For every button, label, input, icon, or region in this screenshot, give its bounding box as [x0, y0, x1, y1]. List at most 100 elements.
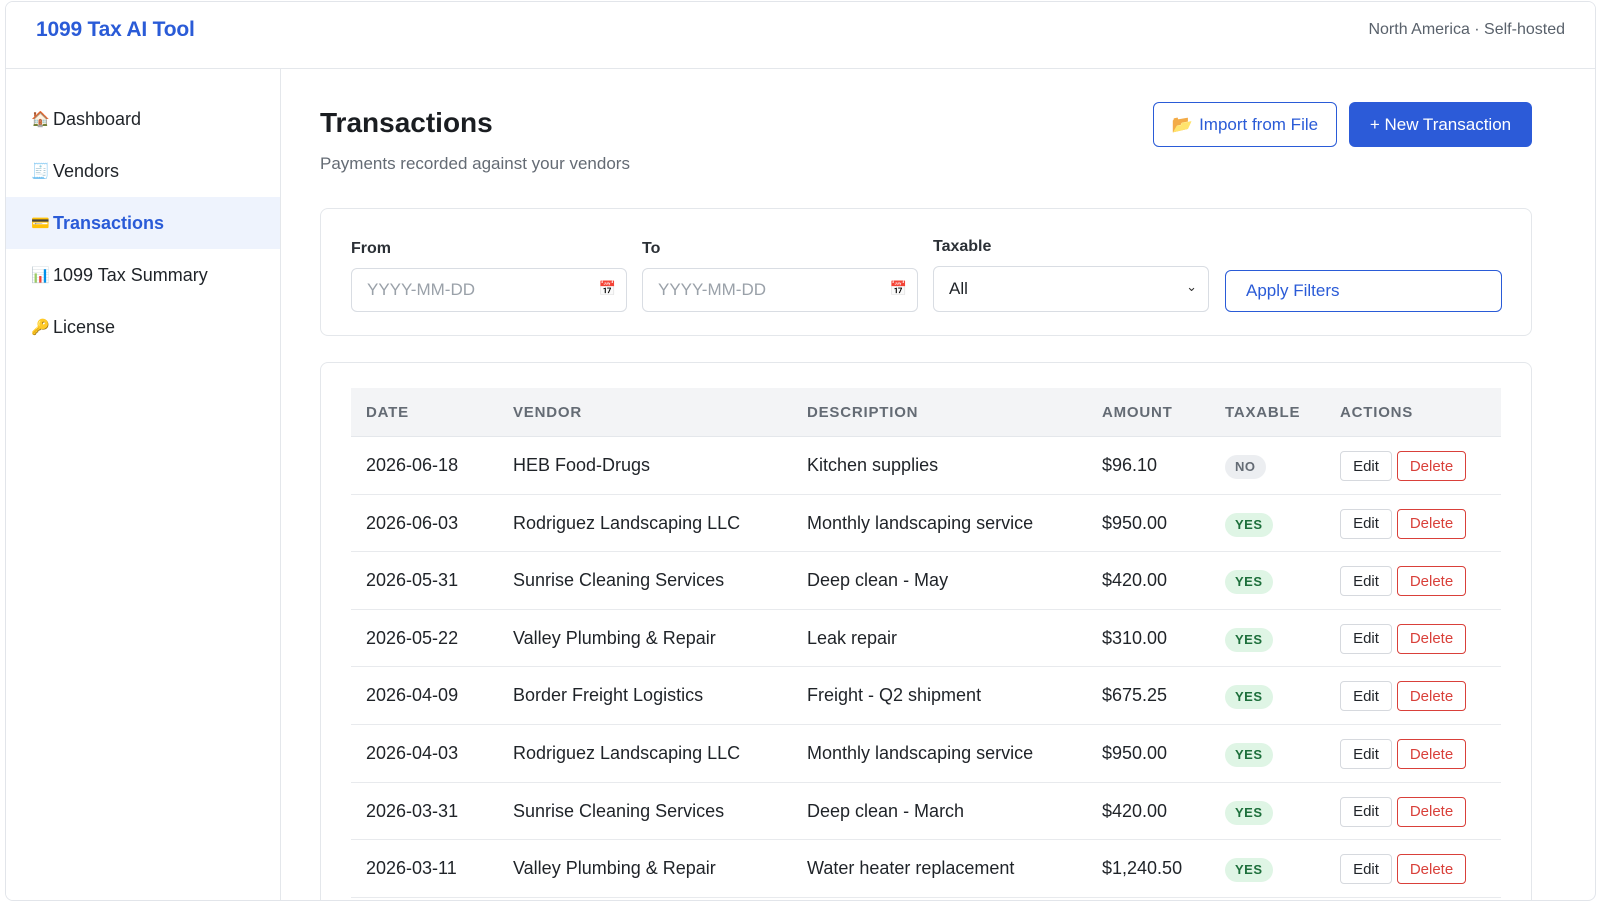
taxable-selected-value: All: [949, 279, 968, 298]
edit-button[interactable]: Edit: [1340, 508, 1392, 539]
cell-amount: $420.00: [1102, 570, 1168, 591]
table-header: DATE VENDOR DESCRIPTION AMOUNT TAXABLE A…: [351, 388, 1501, 437]
calendar-icon[interactable]: 📅: [890, 280, 907, 297]
cell-amount: $950.00: [1102, 512, 1168, 533]
transactions-table: DATE VENDOR DESCRIPTION AMOUNT TAXABLE A…: [320, 362, 1532, 900]
chevron-down-icon: ⌄: [1186, 279, 1197, 294]
taxable-badge: YES: [1225, 800, 1273, 825]
cell-date: 2026-04-09: [366, 685, 459, 706]
taxable-badge: YES: [1225, 627, 1273, 652]
edit-button[interactable]: Edit: [1340, 566, 1392, 597]
cell-description: Freight - Q2 shipment: [807, 685, 982, 706]
top-bar: 1099 Tax AI Tool North America · Self-ho…: [6, 2, 1595, 69]
calendar-icon[interactable]: 📅: [599, 280, 616, 297]
sidebar-item-label: Transactions: [53, 212, 165, 233]
cell-vendor: Border Freight Logistics: [513, 685, 704, 706]
table-row[interactable]: 2026-03-11 Valley Plumbing & Repair Water …: [351, 840, 1501, 898]
cell-vendor: Valley Plumbing & Repair: [513, 858, 716, 879]
cell-date: 2026-06-18: [366, 455, 459, 475]
cell-vendor: Sunrise Cleaning Services: [513, 800, 725, 821]
taxable-badge: YES: [1225, 685, 1273, 710]
cell-amount: $96.10: [1102, 455, 1158, 475]
from-date-input[interactable]: YYYY-MM-DD 📅: [351, 268, 627, 312]
column-header-actions: ACTIONS: [1340, 404, 1414, 421]
taxable-badge: YES: [1225, 858, 1273, 883]
cell-date: 2026-04-03: [366, 743, 459, 763]
sidebar-item-transactions[interactable]: 💳 Transactions: [6, 197, 280, 249]
cell-vendor: Rodriguez Landscaping LLC: [513, 512, 741, 533]
region-label: North America · Self-hosted: [1368, 21, 1565, 38]
cell-vendor: Valley Plumbing & Repair: [513, 627, 716, 648]
filter-panel: From YYYY-MM-DD 📅 To YYYY-MM-DD 📅 Taxabl…: [320, 208, 1532, 336]
cell-vendor: Sunrise Cleaning Services: [513, 570, 725, 591]
cell-description: Kitchen supplies: [807, 455, 939, 475]
taxable-badge: YES: [1225, 512, 1273, 537]
to-date-input[interactable]: YYYY-MM-DD 📅: [642, 268, 918, 312]
apply-filters-button[interactable]: Apply Filters: [1225, 270, 1502, 312]
delete-button[interactable]: Delete: [1397, 854, 1466, 885]
table-row[interactable]: 2026-06-03 Rodriguez Landscaping LLC Month…: [351, 495, 1501, 553]
delete-button[interactable]: Delete: [1397, 796, 1466, 827]
cell-amount: $950.00: [1102, 743, 1168, 763]
cell-date: 2026-03-11: [366, 858, 457, 879]
cell-date: 2026-05-22: [366, 627, 459, 648]
delete-button[interactable]: Delete: [1397, 681, 1466, 712]
taxable-badge: YES: [1225, 743, 1273, 767]
table-row[interactable]: 2026-04-03 Rodriguez Landscaping LLC Month…: [351, 725, 1501, 783]
cell-date: 2026-06-03: [366, 512, 459, 533]
delete-button[interactable]: Delete: [1397, 623, 1466, 654]
column-header-description[interactable]: DESCRIPTION: [807, 404, 918, 421]
from-placeholder: YYYY-MM-DD: [367, 280, 475, 299]
cell-description: Leak repair: [807, 627, 898, 648]
edit-button[interactable]: Edit: [1340, 739, 1392, 769]
edit-button[interactable]: Edit: [1340, 796, 1392, 827]
sidebar-item-license[interactable]: 🔑 License: [6, 301, 280, 353]
edit-button[interactable]: Edit: [1340, 623, 1392, 654]
sidebar-item-label: 1099 Tax Summary: [53, 264, 208, 285]
edit-button[interactable]: Edit: [1340, 681, 1392, 712]
table-row[interactable]: 2026-03-31 Sunrise Cleaning Services Deep …: [351, 783, 1501, 841]
folder-icon: 📂: [1171, 114, 1194, 134]
house-icon: 🏠: [31, 111, 50, 128]
table-row[interactable]: 2026-05-31 Sunrise Cleaning Services Deep …: [351, 552, 1501, 610]
table-row[interactable]: 2026-04-09 Border Freight Logistics Freigh…: [351, 667, 1501, 725]
cell-description: Deep clean - March: [807, 800, 965, 821]
sidebar-item-dashboard[interactable]: 🏠 Dashboard: [6, 93, 280, 145]
page-subtitle: Payments recorded against your vendors: [320, 154, 630, 173]
sidebar-item-1099-tax-summary[interactable]: 📊 1099 Tax Summary: [6, 249, 280, 301]
taxable-label: Taxable: [933, 238, 992, 255]
new-transaction-button[interactable]: + New Transaction: [1349, 102, 1532, 147]
cell-date: 2026-05-31: [366, 570, 459, 591]
delete-button[interactable]: Delete: [1397, 508, 1466, 539]
column-header-vendor[interactable]: VENDOR: [513, 404, 582, 421]
sidebar-item-label: Vendors: [53, 160, 120, 181]
column-header-date[interactable]: DATE: [366, 404, 409, 421]
brand-logo[interactable]: 1099 Tax AI Tool: [36, 18, 195, 42]
sidebar-item-label: License: [53, 316, 116, 337]
cell-description: Water heater replacement: [807, 858, 1015, 879]
to-label: To: [642, 240, 661, 257]
cell-amount: $420.00: [1102, 800, 1168, 821]
import-from-file-button[interactable]: 📂 Import from File: [1153, 102, 1337, 147]
key-icon: 🔑: [31, 319, 50, 336]
bar-chart-icon: 📊: [31, 267, 50, 284]
edit-button[interactable]: Edit: [1340, 451, 1392, 481]
main-content: Transactions Payments recorded against y…: [281, 69, 1595, 900]
delete-button[interactable]: Delete: [1397, 451, 1466, 481]
taxable-badge: YES: [1225, 570, 1273, 595]
taxable-badge: NO: [1225, 455, 1266, 479]
delete-button[interactable]: Delete: [1397, 566, 1466, 597]
column-header-amount[interactable]: AMOUNT: [1102, 404, 1173, 421]
table-row[interactable]: 2026-06-18 HEB Food-Drugs Kitchen supplies…: [351, 437, 1501, 495]
taxable-select[interactable]: All ⌄: [933, 266, 1209, 312]
table-row[interactable]: 2026-05-22 Valley Plumbing & Repair Leak r…: [351, 610, 1501, 668]
edit-button[interactable]: Edit: [1340, 854, 1392, 885]
sidebar-item-vendors[interactable]: 🧾 Vendors: [6, 145, 280, 197]
delete-button[interactable]: Delete: [1397, 739, 1466, 769]
column-header-taxable[interactable]: TAXABLE: [1225, 404, 1300, 421]
sidebar-item-label: Dashboard: [53, 108, 142, 129]
app-window: 1099 Tax AI Tool North America · Self-ho…: [5, 1, 1596, 901]
cell-description: Monthly landscaping service: [807, 743, 1034, 763]
cell-date: 2026-03-31: [366, 800, 459, 821]
cell-vendor: HEB Food-Drugs: [513, 455, 651, 475]
